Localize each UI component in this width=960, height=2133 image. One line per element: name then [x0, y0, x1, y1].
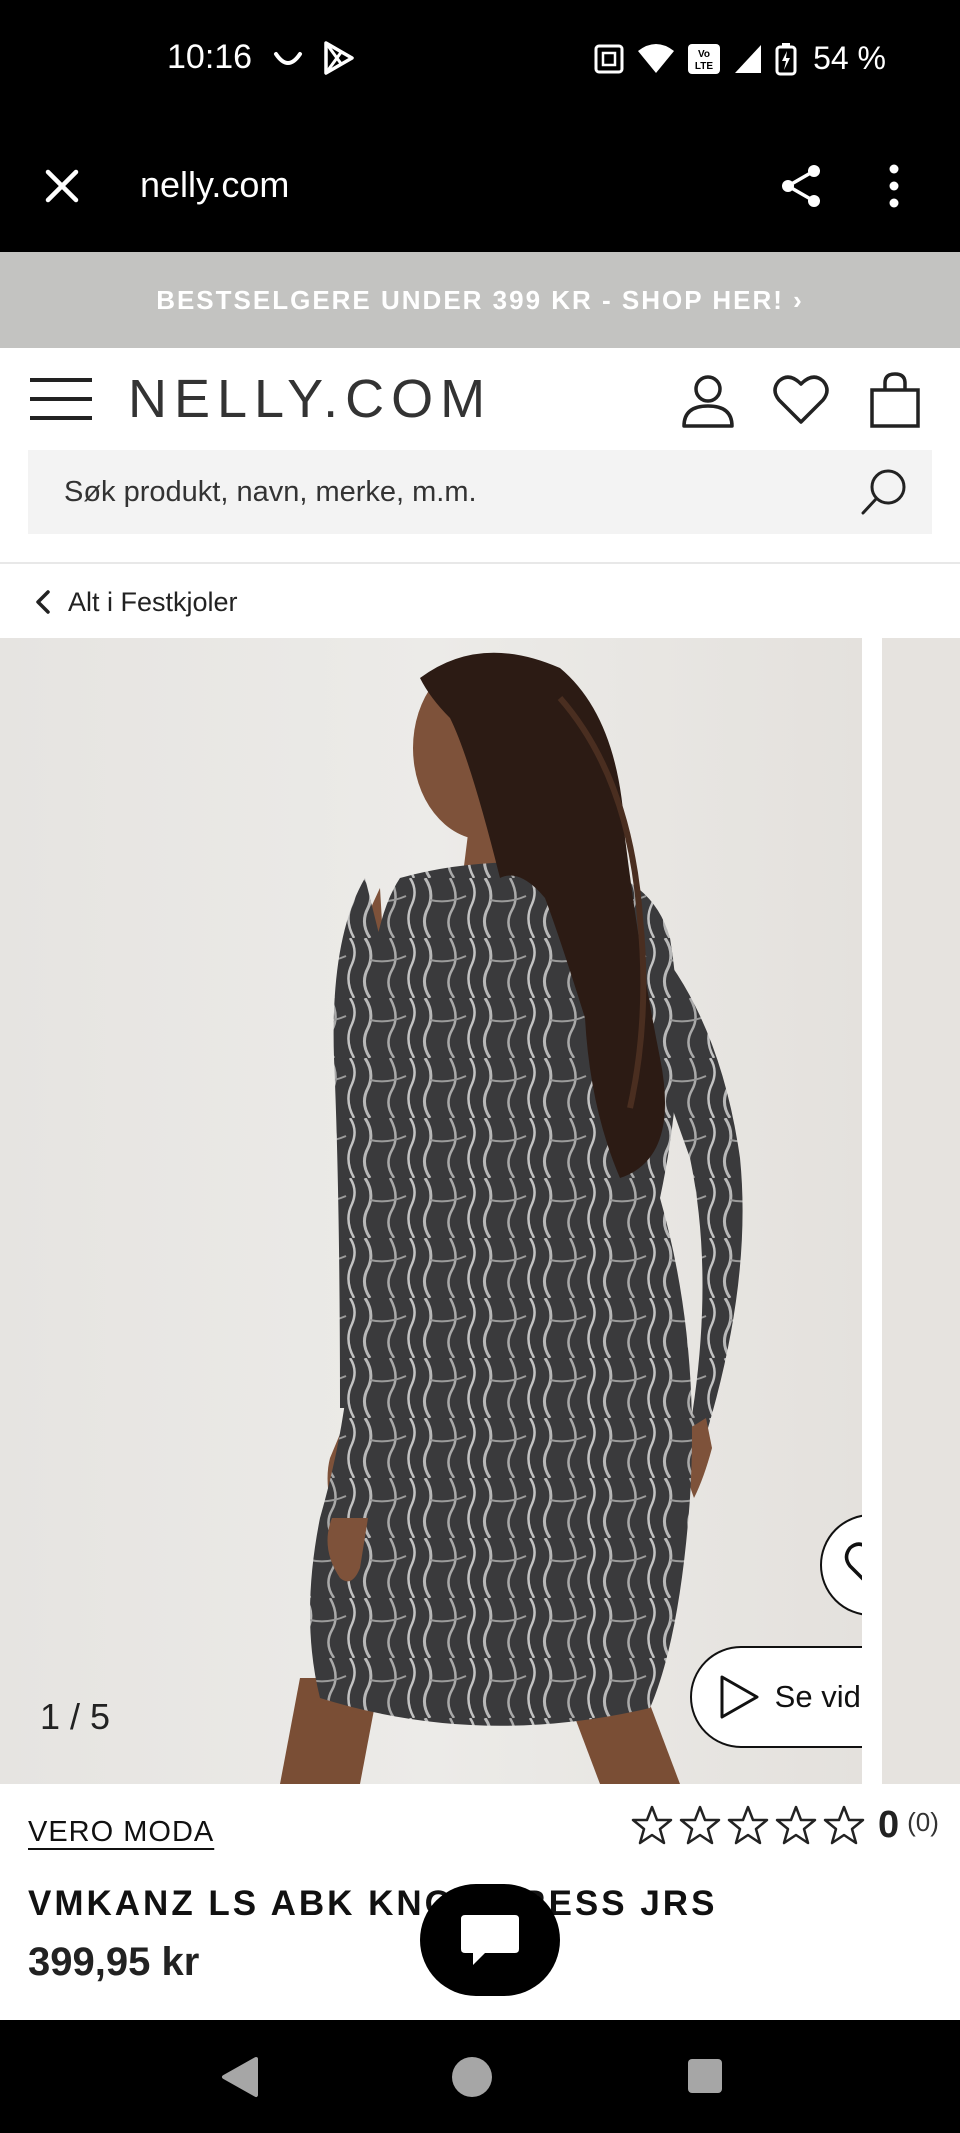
- product-title: VMKANZ LS ABK KNOT DRESS JRS: [28, 1884, 718, 1923]
- promo-banner[interactable]: BESTSELGERE UNDER 399 KR - SHOP HER! ›: [0, 252, 960, 348]
- product-rating[interactable]: 0 (0): [630, 1804, 939, 1847]
- rating-stars: [630, 1805, 866, 1847]
- product-gallery[interactable]: 1 / 5 Se video: [0, 638, 960, 1784]
- image-counter: 1 / 5: [40, 1696, 111, 1737]
- heart-icon: [844, 1542, 862, 1581]
- site-header: NELLY.COM: [0, 348, 960, 450]
- model-wearing-dress-image: [0, 638, 862, 1784]
- breadcrumb-label: Alt i Festkjoler: [68, 586, 238, 617]
- site-logo[interactable]: NELLY.COM: [128, 368, 492, 430]
- play-store-icon: [324, 41, 354, 75]
- product-price: 399,95 kr: [28, 1940, 200, 1984]
- close-icon[interactable]: [40, 164, 84, 208]
- share-icon[interactable]: [778, 162, 826, 210]
- chevron-left-icon: [36, 590, 50, 614]
- star-icon: [631, 1805, 673, 1844]
- wishlist-icon[interactable]: [771, 370, 831, 430]
- signal-icon: [735, 44, 762, 73]
- more-vert-icon[interactable]: [882, 162, 906, 210]
- svg-text:Vo: Vo: [698, 49, 710, 60]
- header-divider: [0, 562, 960, 564]
- smile-icon: [274, 52, 302, 65]
- nfc-icon: [594, 44, 624, 73]
- rating-count: (0): [907, 1807, 939, 1837]
- volte-icon: VoLTE: [688, 43, 721, 74]
- next-product-photo[interactable]: [882, 638, 960, 1784]
- browser-url[interactable]: nelly.com: [140, 164, 289, 206]
- star-icon: [823, 1805, 865, 1844]
- star-icon: [679, 1805, 721, 1844]
- menu-icon[interactable]: [30, 378, 92, 424]
- play-icon: [720, 1675, 759, 1719]
- browser-toolbar: nelly.com: [0, 120, 960, 252]
- system-nav-bar: [0, 2020, 960, 2133]
- chat-button[interactable]: [420, 1884, 560, 1996]
- status-time: 10:16: [167, 38, 253, 76]
- cart-icon[interactable]: [865, 370, 925, 430]
- svg-text:LTE: LTE: [695, 61, 713, 72]
- chat-bubble-icon: [461, 1915, 519, 1965]
- search-icon[interactable]: [858, 466, 910, 518]
- product-photo[interactable]: 1 / 5 Se video: [0, 638, 862, 1784]
- account-icon[interactable]: [678, 370, 738, 430]
- home-icon[interactable]: [452, 2057, 492, 2097]
- search-input[interactable]: [64, 450, 844, 534]
- search-bar: [28, 450, 932, 534]
- brand-link[interactable]: VERO MODA: [28, 1816, 214, 1849]
- breadcrumb[interactable]: Alt i Festkjoler: [34, 582, 238, 622]
- video-label: Se video: [774, 1679, 862, 1714]
- star-icon: [775, 1805, 817, 1844]
- battery-icon: [775, 42, 797, 75]
- rating-value: 0: [878, 1804, 900, 1846]
- status-system-icons: Vo LTE 54 %: [593, 40, 886, 77]
- recents-icon[interactable]: [688, 2059, 722, 2093]
- back-icon[interactable]: [220, 2056, 260, 2098]
- star-icon: [727, 1805, 769, 1844]
- status-bar: 10:16 Vo LTE 54 %: [0, 0, 960, 120]
- wifi-icon: [638, 43, 675, 73]
- battery-percent: 54 %: [813, 40, 886, 76]
- watch-video-button[interactable]: Se video: [690, 1646, 862, 1748]
- status-notification-icons: [270, 40, 356, 76]
